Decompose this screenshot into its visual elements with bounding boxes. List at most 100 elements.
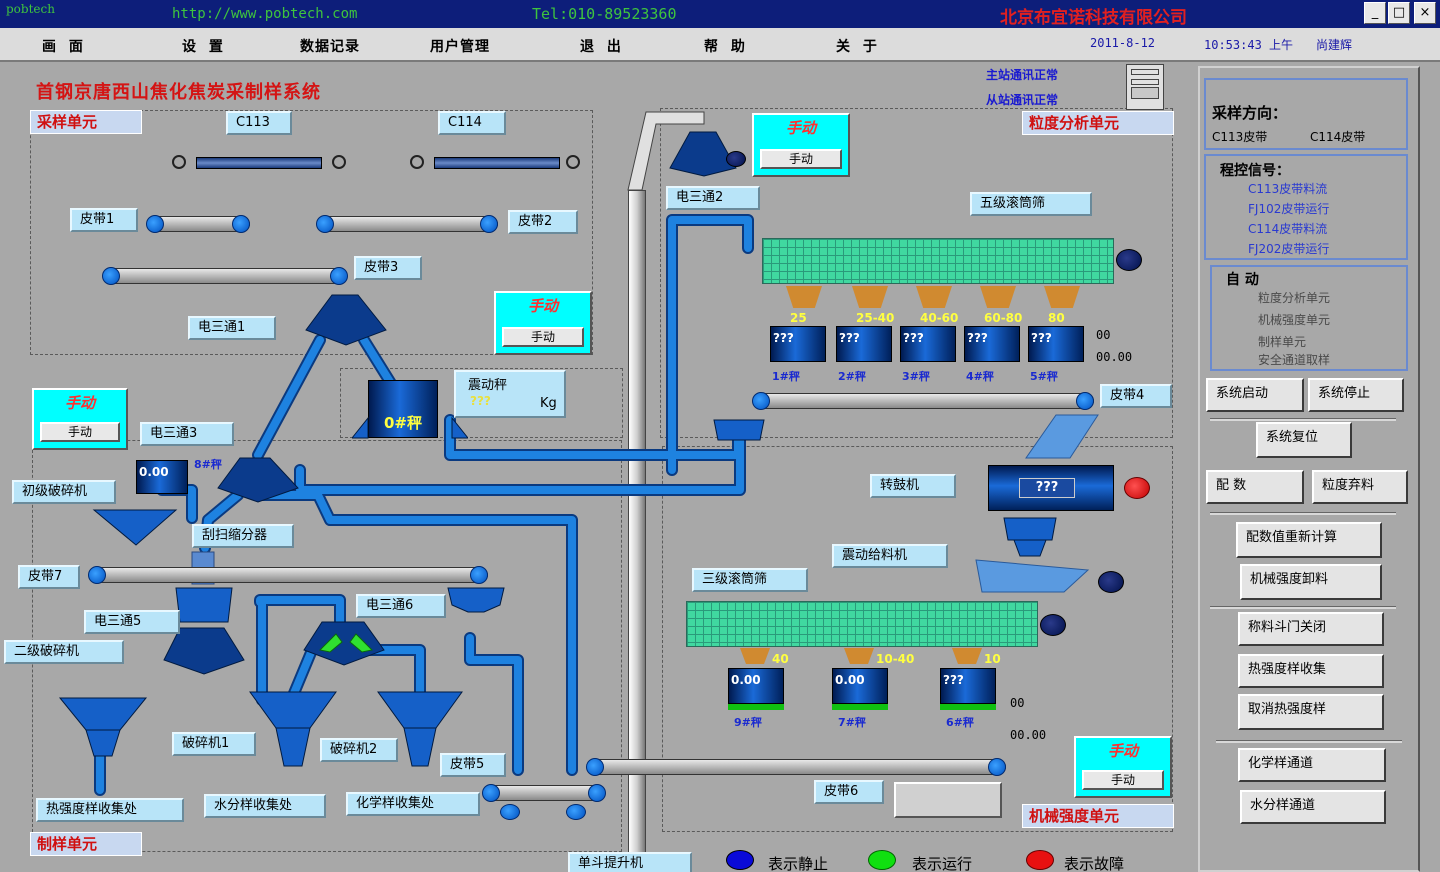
belt6-roller-left [586, 758, 604, 776]
cancel-heat-sample-button[interactable]: 取消热强度样 [1238, 694, 1384, 730]
manual-title: 手动 [64, 394, 95, 412]
three-bins-reading-1: 00 [1010, 696, 1025, 710]
primary-crusher-label: 初级破碎机 [12, 480, 116, 504]
signal-item: FJ102皮带运行 [1248, 202, 1330, 216]
signal-item: C113皮带料流 [1248, 182, 1328, 196]
bin-name: 9#秤 [734, 716, 762, 729]
belt5-label: 皮带5 [440, 753, 506, 777]
bin-name: 6#秤 [946, 716, 974, 729]
tee3-label: 电三通3 [140, 422, 234, 446]
c114-conveyor [434, 157, 560, 169]
belt5-motor-left [500, 804, 520, 820]
crusher1-label: 破碎机1 [172, 732, 256, 756]
five-level-drum-screen [762, 238, 1114, 284]
bin-size: 40 [772, 652, 789, 666]
system-start-button[interactable]: 系统启动 [1206, 378, 1304, 412]
bin-size: 40-60 [920, 311, 959, 325]
belt6-roller-right [988, 758, 1006, 776]
belt1-roller-left [146, 215, 164, 233]
granularity-discard-button[interactable]: 粒度弃料 [1312, 470, 1408, 504]
control-signal-box: 程控信号： C113皮带料流 FJ102皮带运行 C114皮带料流 FJ202皮… [1204, 154, 1408, 260]
belt3-roller-right [330, 267, 348, 285]
system-stop-button[interactable]: 系统停止 [1308, 378, 1404, 412]
heat-collect-label: 热强度样收集处 [36, 798, 184, 822]
belt5-conveyor [486, 785, 604, 801]
manual-button[interactable]: 手动 [40, 422, 120, 442]
direction-c114[interactable]: C114皮带 [1310, 128, 1365, 145]
tee5-label: 电三通5 [84, 610, 180, 634]
belt7-roller-left [88, 566, 106, 584]
auto-title: 自 动 [1226, 272, 1259, 288]
elevator-label: 单斗提升机 [568, 852, 692, 872]
belt7-roller-right [470, 566, 488, 584]
primary-bin: 0.00 [136, 460, 188, 494]
three-level-drum-screen [686, 601, 1038, 647]
five-bins-reading-1: 00 [1096, 328, 1111, 342]
auto-item[interactable]: 机械强度单元 [1258, 311, 1330, 328]
c113-conveyor [196, 157, 322, 169]
vib-scale-value: ??? [470, 394, 491, 408]
ratio-button[interactable]: 配 数 [1206, 470, 1304, 504]
bin-size: 10 [984, 652, 1001, 666]
bin-name: 5#秤 [1030, 370, 1058, 383]
bin-value: ??? [770, 326, 826, 362]
belt1-roller-right [232, 215, 250, 233]
manual-button[interactable]: 手动 [760, 149, 842, 169]
close-hopper-door-button[interactable]: 称料斗门关闭 [1238, 612, 1384, 646]
water-collect-label: 水分样收集处 [204, 794, 326, 818]
recalculate-ratio-button[interactable]: 配数值重新计算 [1236, 522, 1382, 558]
manual-panel-mech: 手动 手动 [1074, 736, 1172, 798]
chem-sample-channel-button[interactable]: 化学样通道 [1238, 748, 1386, 782]
auto-item[interactable]: 制样单元 [1258, 333, 1306, 350]
bin-value: ??? [964, 326, 1020, 362]
manual-panel-granularity: 手动 手动 [752, 113, 850, 177]
drum-label: 转鼓机 [870, 474, 956, 498]
separator [1216, 740, 1402, 743]
belt6-label: 皮带6 [814, 780, 884, 804]
three-screen-motor [1040, 614, 1066, 636]
scada-screen: { "titlebar":{"brand":"pobtech","url":"h… [0, 0, 1440, 872]
auto-item[interactable]: 粒度分析单元 [1258, 289, 1330, 306]
tee2-motor [726, 151, 746, 167]
belt4-roller-left [752, 392, 770, 410]
crusher2-label: 破碎机2 [320, 738, 398, 762]
belt6-conveyor [592, 759, 1006, 775]
five-bins-reading-2: 00.00 [1096, 350, 1133, 364]
bin-value: 0.00 [832, 668, 888, 704]
tee1-label: 电三通1 [188, 316, 276, 340]
primary-bin-name: 8#秤 [194, 458, 222, 471]
belt2-label: 皮带2 [508, 210, 578, 234]
bin-size: 25 [790, 311, 807, 325]
system-reset-button[interactable]: 系统复位 [1256, 422, 1352, 458]
bin-status-bar [832, 704, 888, 710]
primary-bin-value: 0.00 [136, 460, 188, 494]
legend-running-dot [868, 850, 896, 870]
manual-title: 手动 [785, 119, 816, 137]
auto-item[interactable]: 安全通道取样 [1258, 351, 1330, 368]
belt5-roller-left [482, 784, 500, 802]
manual-button[interactable]: 手动 [502, 327, 584, 347]
manual-button[interactable]: 手动 [1082, 770, 1164, 790]
five-screen-label: 五级滚筒筛 [970, 192, 1092, 216]
legend-running: 表示运行 [912, 855, 973, 872]
chem-collect-label: 化学样收集处 [346, 792, 480, 816]
mech-unload-button[interactable]: 机械强度卸料 [1240, 564, 1382, 600]
belt2-conveyor [320, 216, 498, 232]
water-sample-channel-button[interactable]: 水分样通道 [1240, 790, 1386, 824]
bin-size: 60-80 [984, 311, 1023, 325]
bin-value: ??? [836, 326, 892, 362]
manual-title: 手动 [527, 297, 558, 315]
c113-label: C113 [226, 111, 292, 135]
c114-pulley-left [410, 155, 424, 169]
legend-fault-dot [1026, 850, 1054, 870]
direction-c113[interactable]: C113皮带 [1212, 128, 1267, 145]
belt2-roller-right [480, 215, 498, 233]
feeder-motor [1098, 571, 1124, 593]
separator [1210, 606, 1396, 609]
bin-name: 2#秤 [838, 370, 866, 383]
tee6-label: 电三通6 [356, 594, 446, 618]
manual-title: 手动 [1107, 742, 1138, 760]
vib-scale-unit: Kg [540, 396, 557, 411]
heat-sample-collect-button[interactable]: 热强度样收集 [1238, 654, 1384, 688]
bin-status-bar [728, 704, 784, 710]
